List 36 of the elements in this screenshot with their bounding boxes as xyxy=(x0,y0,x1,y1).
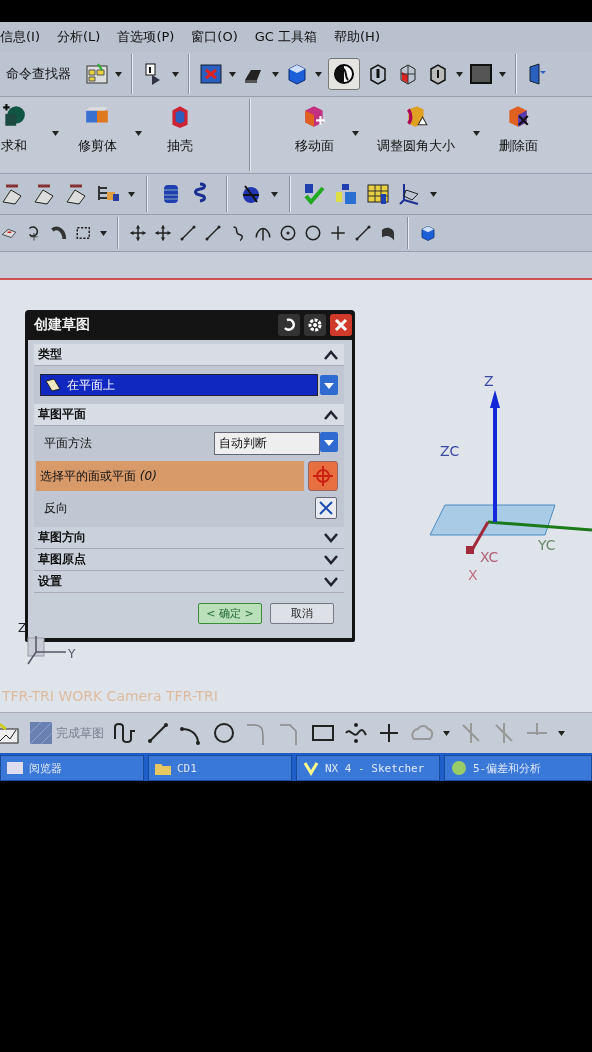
ok-button[interactable]: < 确定 > xyxy=(198,603,262,624)
dialog-title: 创建草图 xyxy=(34,316,91,334)
feature-button[interactable]: 调整圆角大小 xyxy=(377,97,455,155)
field-label: 反向 xyxy=(44,499,68,517)
taskbar-button[interactable]: 阅览器 xyxy=(0,755,144,781)
menu-item[interactable]: 分析(L) xyxy=(57,28,101,46)
type-dropdown[interactable]: 在平面上 xyxy=(40,374,318,396)
axis-label: ZC xyxy=(440,443,460,459)
axis-label: YC xyxy=(538,537,556,553)
section-title: 设置 xyxy=(38,573,62,590)
command-finder[interactable]: 命令查找器 xyxy=(6,65,71,83)
menu-item[interactable]: GC 工具箱 xyxy=(254,28,318,46)
section-title: 草图原点 xyxy=(38,551,86,568)
section-title: 类型 xyxy=(38,346,62,363)
section-title: 草图方向 xyxy=(38,529,86,546)
feature-button[interactable]: 求和 xyxy=(0,97,34,155)
axis-label: Z xyxy=(484,373,494,389)
method-dropdown[interactable]: 自动判断 xyxy=(214,432,320,455)
axis-label: X xyxy=(468,567,478,583)
feature-button[interactable]: 删除面 xyxy=(498,97,538,155)
taskbar-button[interactable]: CD1 xyxy=(148,755,292,781)
feature-button[interactable]: 移动面 xyxy=(294,97,334,155)
axis-label: Y xyxy=(68,647,76,661)
menu-item[interactable]: 信息(I) xyxy=(0,28,40,46)
feature-button[interactable]: 抽壳 xyxy=(160,97,200,155)
section-title: 草图平面 xyxy=(38,406,86,423)
taskbar-button[interactable]: NX 4 - Sketcher xyxy=(296,755,440,781)
axis-label: XC xyxy=(480,549,499,565)
feature-button[interactable]: 修剪体 xyxy=(77,97,117,155)
field-label: 平面方法 xyxy=(44,435,92,452)
menu-item[interactable]: 帮助(H) xyxy=(334,28,380,46)
selection-row[interactable]: 选择平的面或平面 (0) xyxy=(36,461,304,491)
status-text: TFR-TRI WORK Camera TFR-TRI xyxy=(2,688,218,704)
cancel-button[interactable]: 取消 xyxy=(270,603,334,624)
menu-item[interactable]: 窗口(O) xyxy=(191,28,238,46)
menu-item[interactable]: 首选项(P) xyxy=(117,28,175,46)
